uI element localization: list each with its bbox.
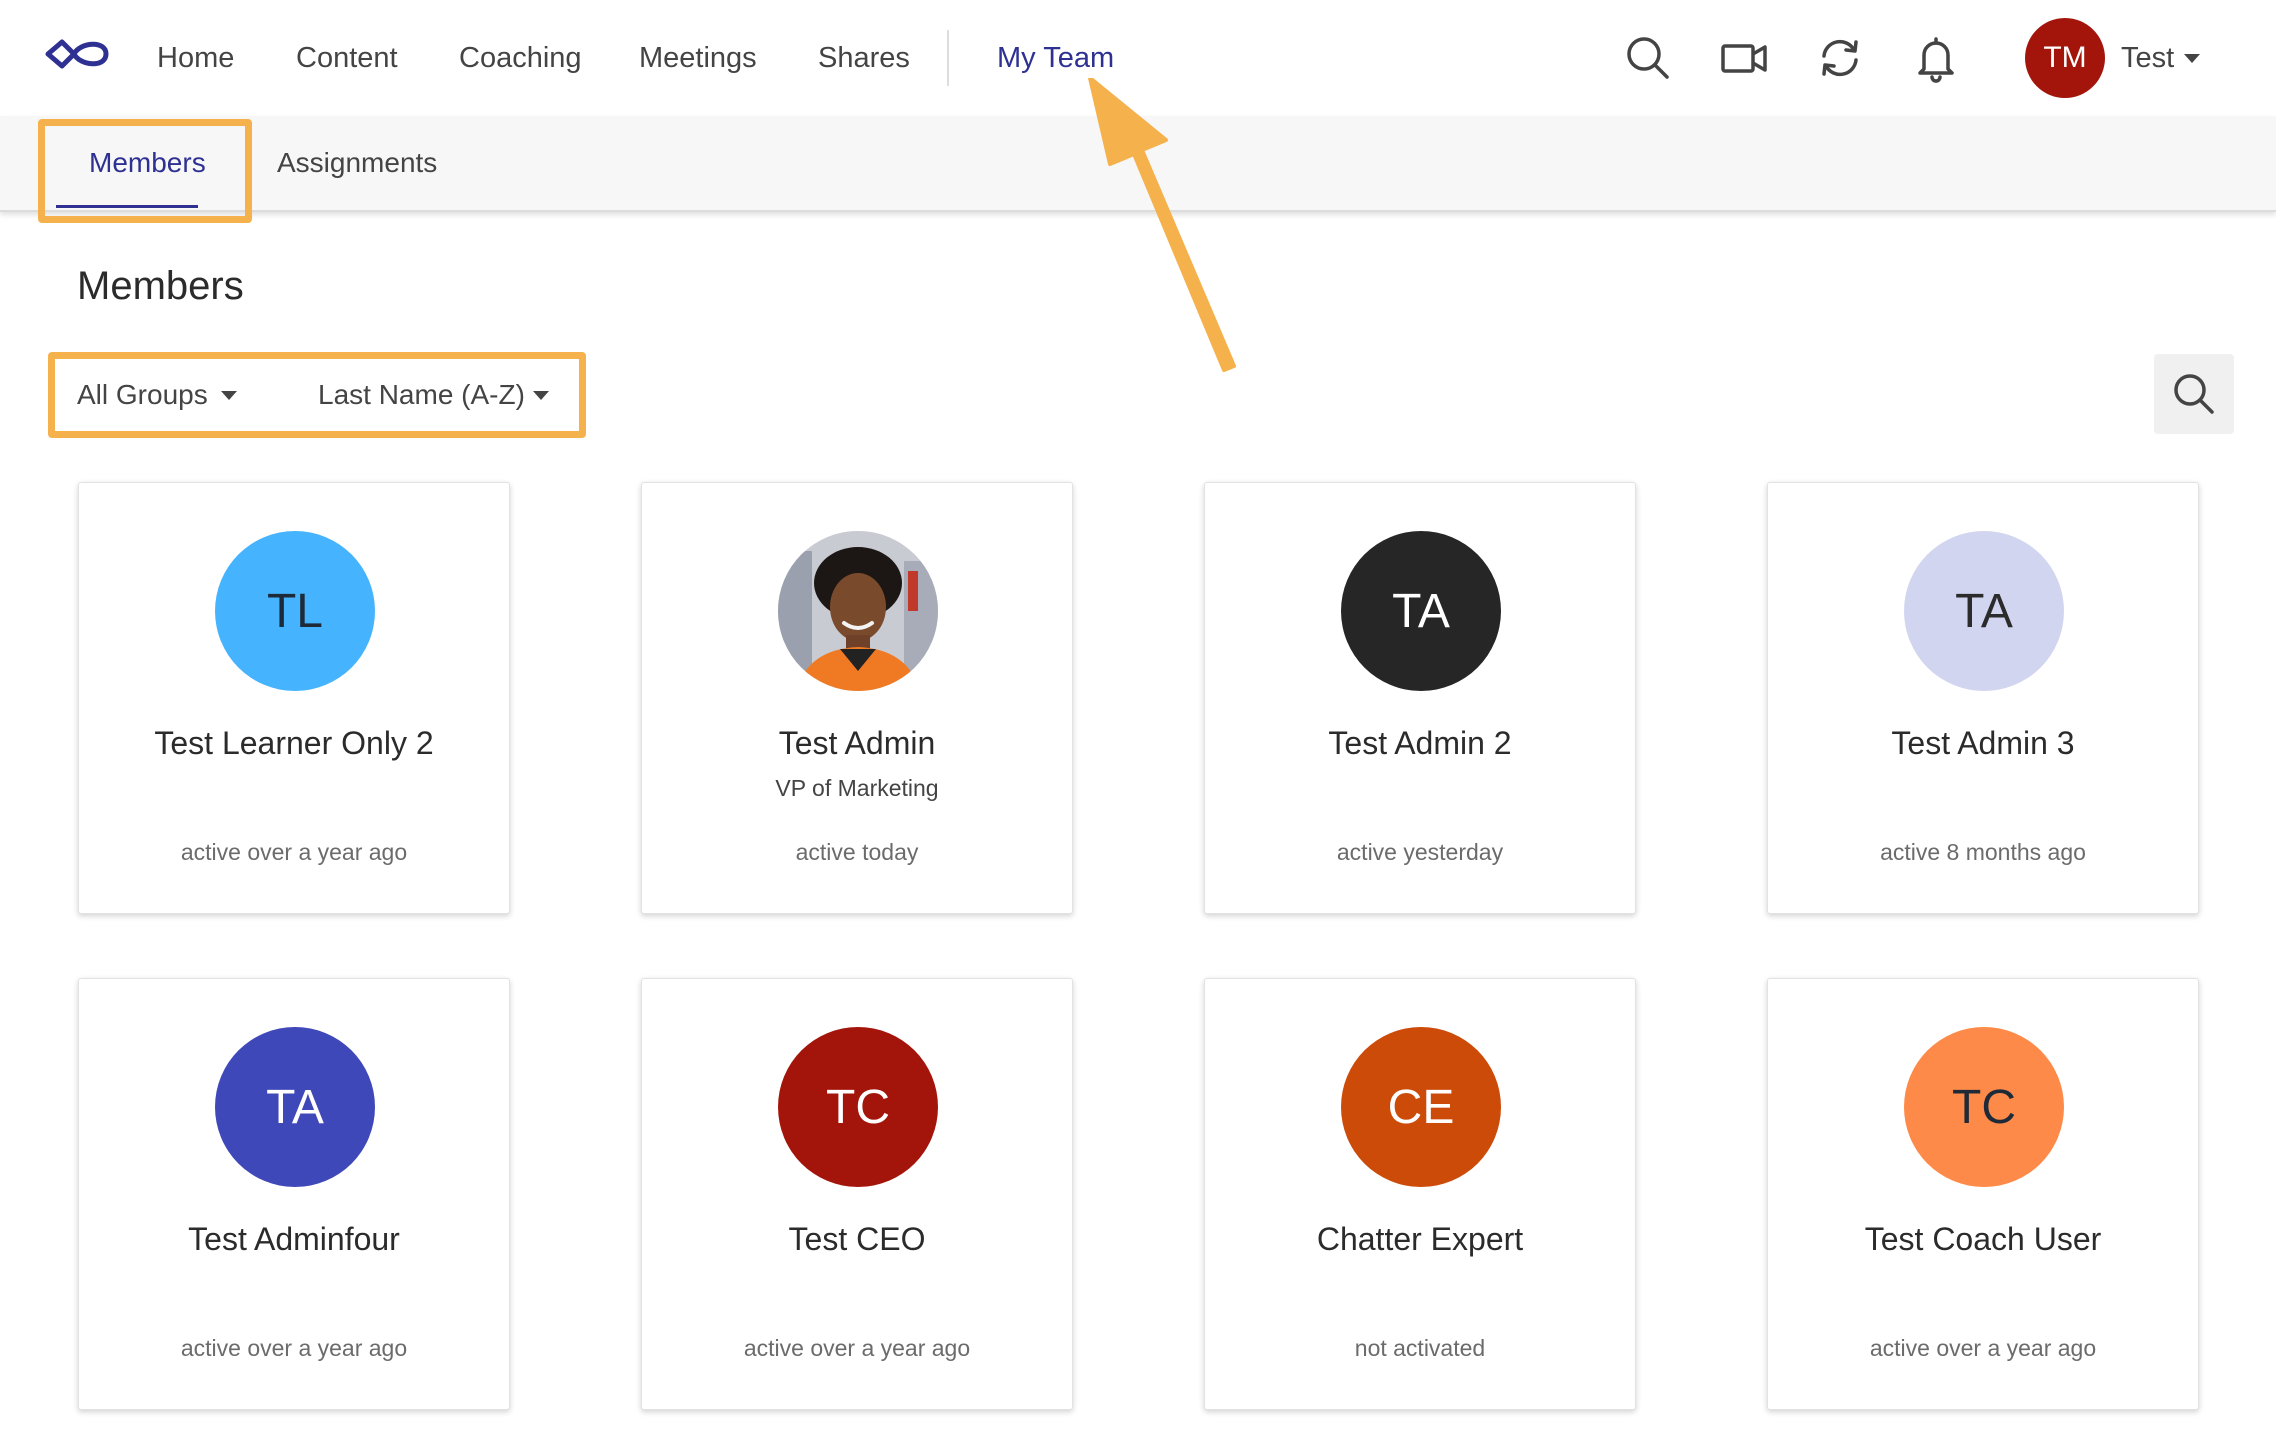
member-status: active today [795,839,919,865]
tab-members[interactable]: Members [89,146,206,180]
member-name: Test Admin [778,725,936,761]
member-status: active over a year ago [180,1335,408,1361]
member-search-button[interactable] [2154,354,2234,434]
member-status: active yesterday [1336,839,1504,865]
member-photo-avatar [778,531,938,691]
member-status: active 8 months ago [1880,839,2086,865]
member-card[interactable]: TL Test Learner Only 2 active over a yea… [78,482,510,914]
member-status: active over a year ago [180,839,408,865]
top-navigation-bar: Home Content Coaching Meetings Shares My… [0,0,2276,116]
member-name: Chatter Expert [1316,1221,1524,1257]
member-avatar: TA [1904,531,2064,691]
member-status: active over a year ago [1869,1335,2097,1361]
member-card[interactable]: TC Test CEO active over a year ago [641,978,1073,1410]
search-icon[interactable] [1622,32,1674,84]
user-avatar[interactable]: TM [2025,18,2105,98]
nav-divider [947,30,949,86]
member-name: Test Adminfour [188,1221,400,1257]
member-card[interactable]: TA Test Adminfour active over a year ago [78,978,510,1410]
user-menu-name[interactable]: Test [2121,40,2174,76]
member-name: Test Coach User [1864,1221,2102,1257]
group-filter-dropdown[interactable]: All Groups [77,378,208,412]
member-avatar: CE [1341,1027,1501,1187]
member-avatar: TL [215,531,375,691]
chevron-down-icon[interactable] [221,391,237,400]
tab-assignments[interactable]: Assignments [277,146,437,180]
member-name: Test CEO [788,1221,926,1257]
nav-coaching-link[interactable]: Coaching [459,40,582,76]
sync-icon[interactable] [1814,32,1866,84]
member-status: not activated [1354,1335,1486,1361]
infinity-logo-icon[interactable] [44,34,110,74]
sort-dropdown[interactable]: Last Name (A-Z) [318,378,525,412]
member-card[interactable]: CE Chatter Expert not activated [1204,978,1636,1410]
chevron-down-icon[interactable] [533,391,549,400]
member-name: Test Admin 2 [1328,725,1512,761]
chevron-down-icon[interactable] [2184,54,2200,63]
active-tab-indicator [56,205,198,208]
search-icon [2174,374,2214,414]
member-avatar: TA [215,1027,375,1187]
member-status: active over a year ago [743,1335,971,1361]
bell-icon[interactable] [1910,32,1962,84]
member-photo [778,531,938,691]
member-role: VP of Marketing [775,775,939,801]
member-avatar: TC [778,1027,938,1187]
member-card[interactable]: Test Admin VP of Marketing active today [641,482,1073,914]
member-name: Test Learner Only 2 [154,725,434,761]
page-title: Members [77,264,244,308]
nav-meetings-link[interactable]: Meetings [639,40,757,76]
member-name: Test Admin 3 [1891,725,2075,761]
nav-content-link[interactable]: Content [296,40,398,76]
member-avatar: TA [1341,531,1501,691]
nav-shares-link[interactable]: Shares [818,40,910,76]
nav-my-team-link[interactable]: My Team [997,40,1114,76]
member-card[interactable]: TC Test Coach User active over a year ag… [1767,978,2199,1410]
video-camera-icon[interactable] [1718,32,1770,84]
nav-home-link[interactable]: Home [157,40,234,76]
member-card[interactable]: TA Test Admin 2 active yesterday [1204,482,1636,914]
member-card[interactable]: TA Test Admin 3 active 8 months ago [1767,482,2199,914]
member-avatar: TC [1904,1027,2064,1187]
